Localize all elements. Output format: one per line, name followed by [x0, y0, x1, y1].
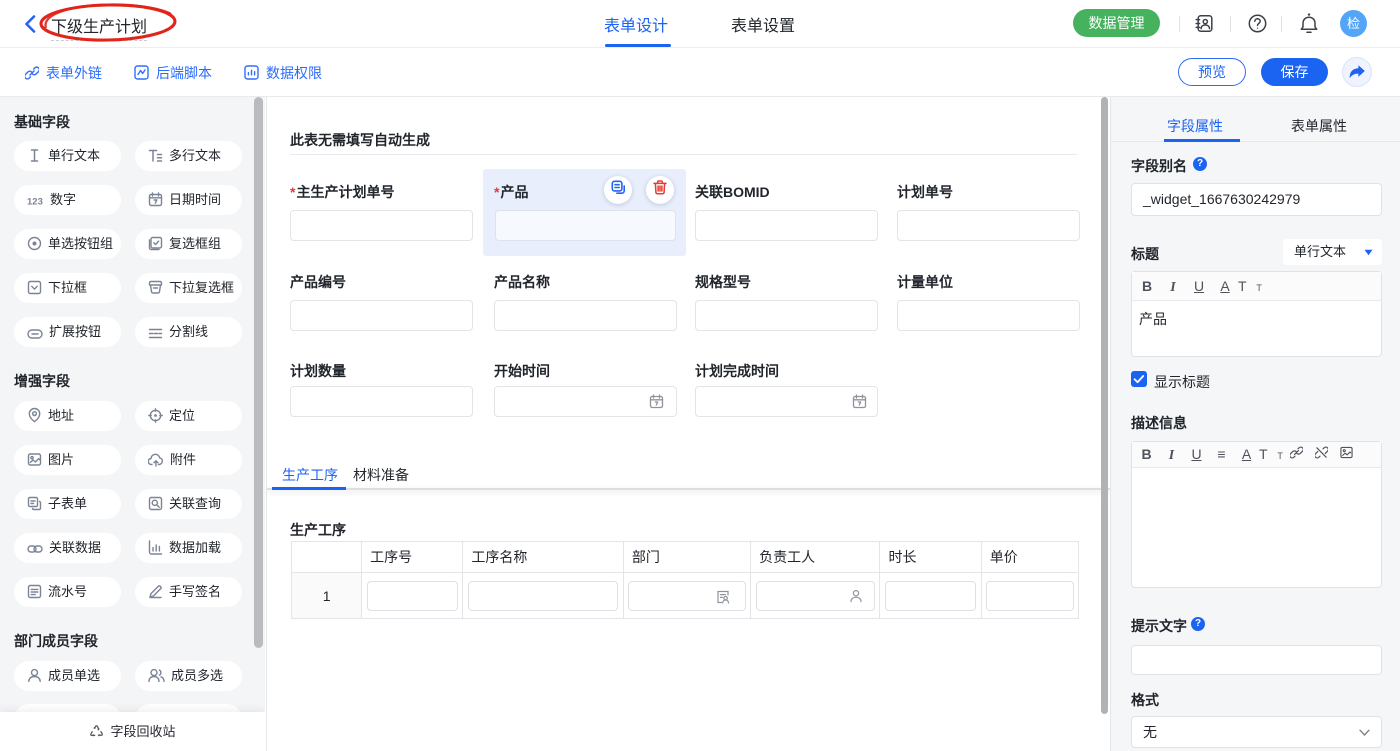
svg-text:123: 123 [27, 197, 43, 208]
